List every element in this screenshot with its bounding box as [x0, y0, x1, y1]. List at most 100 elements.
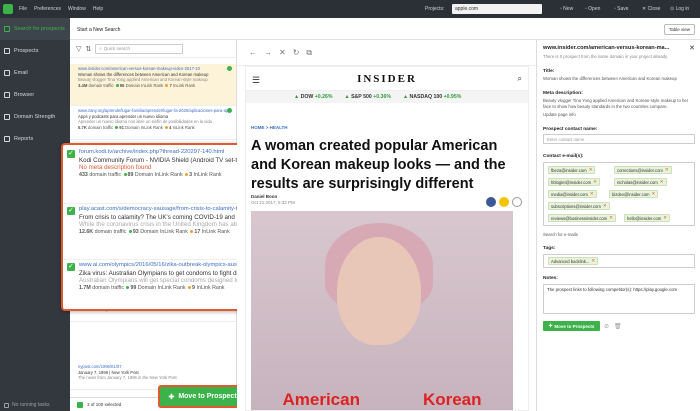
list-item[interactable]: ✓ play.acast.com/s/democracy-sausage/fro…: [63, 203, 241, 257]
up-arrow-icon: ▲: [402, 94, 409, 100]
inlink-rank-label: InLink Rank: [172, 82, 196, 88]
close-button[interactable]: ✕ Close: [642, 6, 660, 12]
email-chip[interactable]: media@insider.com ✕: [548, 190, 597, 198]
remove-icon[interactable]: ✕: [589, 167, 593, 173]
sidebar-item-label: Search for prospects: [14, 26, 65, 32]
checkbox-checked-icon[interactable]: ✓: [67, 150, 75, 158]
close-label: Close: [647, 6, 661, 12]
tag-chip[interactable]: Advanced backlink... ✕: [548, 257, 599, 265]
checkbox-checked-icon[interactable]: ✓: [67, 207, 75, 215]
item-metrics: 1.7M domain traffic 99 Domain InLink Ran…: [79, 285, 238, 293]
item-url[interactable]: forum.kodi.tv/archive/index.php?thread-2…: [79, 149, 238, 157]
item-url[interactable]: play.acast.com/s/democracy-sausage/from-…: [79, 206, 238, 214]
browser-panel: ← → ✕ ↻ ⧉ ☰ INSIDER ⌕ ▲ DOW +0.26% ▲ S&P…: [237, 40, 537, 411]
contact-name-input[interactable]: Enter contact name: [543, 134, 695, 144]
email-chip[interactable]: bizdev@insider.com ✕: [609, 190, 659, 198]
notes-textarea[interactable]: The prospect links to following competit…: [543, 284, 695, 314]
domain-traffic-label: domain traffic: [92, 284, 124, 291]
open-button[interactable]: ▫ Open: [585, 6, 600, 12]
table-view-button[interactable]: Table view: [663, 24, 695, 35]
selection-count: 3 of 100 selected: [87, 402, 122, 407]
email-chip[interactable]: fbeza@insider.com ✕: [548, 166, 596, 174]
sidebar-item-prospects[interactable]: Prospects: [0, 40, 70, 62]
emails-field[interactable]: fbeza@insider.com ✕ corrections@insider.c…: [543, 162, 695, 226]
email-chip[interactable]: hello@insider.com ✕: [624, 214, 671, 222]
open-external-icon[interactable]: ⧉: [306, 48, 312, 58]
ticker-item[interactable]: ▲ NASDAQ 100 +0.95%: [403, 94, 461, 100]
update-page-info-link[interactable]: Update page info: [543, 112, 693, 118]
remove-icon[interactable]: ✕: [593, 179, 597, 185]
sidebar-item-search-for-prospects[interactable]: Search for prospects: [0, 18, 70, 40]
item-metrics: 12.6K domain traffic 93 Domain InLink Ra…: [79, 229, 238, 237]
menu-window[interactable]: Window: [68, 6, 86, 12]
remove-icon[interactable]: ✕: [591, 258, 595, 264]
sidebar-item-browser[interactable]: Browser: [0, 84, 70, 106]
sidebar-item-reports[interactable]: Reports: [0, 128, 70, 150]
email-chip[interactable]: hbloglet@insider.com ✕: [548, 178, 600, 186]
back-icon[interactable]: ←: [249, 48, 257, 57]
quick-search-input[interactable]: ⌕ Quick search: [95, 43, 184, 54]
search-emails-link[interactable]: Search for e-mails: [543, 232, 693, 238]
projects-label: Projects:: [425, 6, 445, 12]
sort-icon[interactable]: ⇅: [85, 45, 91, 53]
remove-icon[interactable]: ✕: [665, 167, 669, 173]
select-all-checkbox[interactable]: [77, 401, 83, 408]
sidebar-item-domain-strength[interactable]: Domain Strength: [0, 106, 70, 128]
list-item[interactable]: www.zany.org/aprende/lugar-familia/apren…: [70, 106, 236, 140]
remove-icon[interactable]: ✕: [603, 203, 607, 209]
remove-icon[interactable]: ✕: [660, 179, 664, 185]
login-button[interactable]: ⊙ Log in: [670, 6, 689, 12]
list-item[interactable]: ✓ forum.kodi.tv/archive/index.php?thread…: [63, 147, 241, 201]
menu-help[interactable]: Help: [93, 6, 103, 12]
ignore-icon[interactable]: ⊘: [604, 323, 609, 330]
list-item[interactable]: ✓ www.ai.com/olympics/2016/05/16/zika-ou…: [63, 259, 241, 309]
sidebar-item-email[interactable]: Email: [0, 62, 70, 84]
forward-icon[interactable]: →: [264, 48, 272, 57]
menu-preferences[interactable]: Preferences: [34, 6, 61, 12]
tags-field[interactable]: Advanced backlink... ✕: [543, 254, 695, 268]
search-icon: [4, 26, 10, 32]
item-desc: Australian Olympians will get special co…: [79, 277, 238, 285]
project-select[interactable]: apple.com: [452, 4, 542, 14]
menu-file[interactable]: File: [19, 6, 27, 12]
image-caption: American Korean: [251, 387, 513, 410]
facebook-icon[interactable]: [486, 197, 496, 207]
refresh-icon[interactable]: ↻: [293, 48, 300, 57]
list-item[interactable]: www.insider.com/american-versus-korean-m…: [70, 64, 236, 106]
checkbox-checked-icon[interactable]: ✓: [67, 263, 75, 271]
filter-icon[interactable]: ▽: [76, 45, 81, 53]
remove-icon[interactable]: ✕: [652, 191, 656, 197]
remove-icon[interactable]: ✕: [590, 191, 594, 197]
detail-move-to-prospects-label: Move to Prospects: [554, 323, 595, 329]
close-icon[interactable]: ✕: [689, 44, 695, 52]
delete-icon[interactable]: 🗑: [614, 323, 622, 330]
email-chip[interactable]: corrections@insider.com ✕: [614, 166, 672, 174]
duplicate-note: There is 0 prospect from the same domain…: [543, 54, 669, 59]
emails-label: Contact e-mail(s):: [543, 154, 584, 159]
email-chip[interactable]: subscriptions@insider.com ✕: [548, 202, 610, 210]
remove-icon[interactable]: ✕: [609, 215, 613, 221]
new-button[interactable]: ▫ New: [560, 6, 573, 12]
remove-icon[interactable]: ✕: [663, 215, 667, 221]
email-chip-label: nicholas@insider.com: [617, 179, 658, 185]
sidebar: Search for prospects Prospects Email Bro…: [0, 18, 70, 411]
more-options-icon[interactable]: [512, 197, 522, 207]
email-chip[interactable]: reviews@businessinsider.com ✕: [548, 214, 616, 222]
login-label: Log in: [675, 6, 690, 12]
site-logo[interactable]: INSIDER: [357, 73, 417, 85]
item-url[interactable]: www.ai.com/olympics/2016/05/16/zika-outb…: [79, 262, 238, 270]
snapchat-icon[interactable]: [499, 197, 509, 207]
project-select-value: apple.com: [455, 6, 479, 12]
prospect-url[interactable]: www.insider.com/american-versus-korean-m…: [543, 45, 691, 51]
search-icon[interactable]: ⌕: [518, 74, 522, 84]
item-url[interactable]: www.zany.org/aprende/lugar-familia/apren…: [78, 108, 232, 114]
stop-icon[interactable]: ✕: [279, 48, 286, 57]
ticker-item[interactable]: ▲ S&P 500 +0.36%: [344, 94, 390, 100]
email-chip[interactable]: nicholas@insider.com ✕: [614, 178, 667, 186]
save-button[interactable]: ▫ Save: [614, 6, 629, 12]
ticker-item[interactable]: ▲ DOW +0.26%: [294, 94, 332, 100]
task-status-label: No running tasks: [12, 402, 50, 408]
hamburger-menu-icon[interactable]: ☰: [252, 75, 260, 86]
detail-move-to-prospects-button[interactable]: ✚ Move to Prospects: [543, 321, 600, 331]
breadcrumb[interactable]: HOME > HEALTH: [251, 125, 288, 130]
